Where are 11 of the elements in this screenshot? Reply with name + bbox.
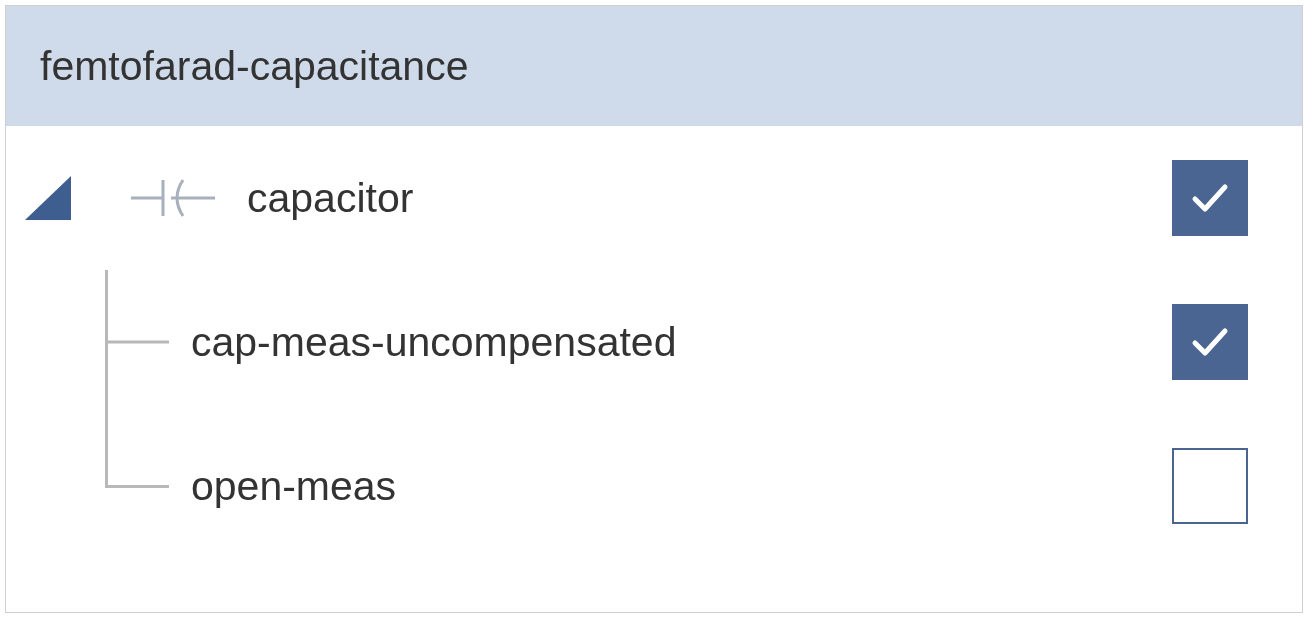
panel-title: femtofarad-capacitance: [40, 42, 469, 90]
tree-item-label[interactable]: capacitor: [247, 174, 1172, 222]
checkbox[interactable]: [1172, 448, 1248, 524]
check-icon: [1190, 325, 1230, 359]
tree-item-label[interactable]: cap-meas-uncompensated: [191, 318, 1172, 366]
check-icon: [1190, 181, 1230, 215]
expand-icon[interactable]: [25, 176, 71, 220]
tree-item-label[interactable]: open-meas: [191, 462, 1172, 510]
checkbox[interactable]: [1172, 304, 1248, 380]
capacitor-icon: [131, 178, 215, 218]
checkbox[interactable]: [1172, 160, 1248, 236]
